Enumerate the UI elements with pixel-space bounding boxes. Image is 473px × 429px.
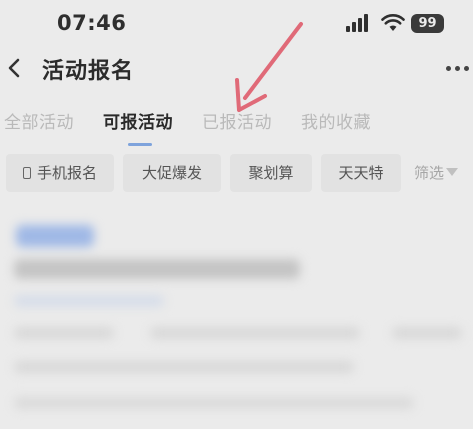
activity-info [150, 327, 360, 339]
signal-icon [346, 14, 372, 32]
caret-down-icon [446, 168, 459, 176]
blurred-activity-list [0, 205, 473, 429]
status-time: 07:46 [57, 11, 127, 35]
activity-info [14, 327, 114, 339]
activity-title [14, 259, 300, 279]
screen: 07:46 99 活动报名 全部活动 可报活动 已报活动 我的收藏 手机报名 大… [0, 0, 473, 429]
chip-juhuasuan[interactable]: 聚划算 [230, 154, 312, 192]
filter-label: 筛选 [414, 164, 445, 182]
phone-icon [22, 167, 31, 179]
activity-tag [16, 225, 94, 247]
page-title: 活动报名 [42, 59, 135, 84]
tab-available-activities[interactable]: 可报活动 [103, 108, 173, 133]
battery-icon: 99 [411, 14, 444, 33]
tab-registered-activities[interactable]: 已报活动 [202, 108, 272, 133]
tab-active-indicator [128, 143, 152, 146]
chip-label: 手机报名 [36, 164, 97, 182]
tab-my-favorites[interactable]: 我的收藏 [301, 108, 371, 133]
chip-big-promo[interactable]: 大促爆发 [123, 154, 221, 192]
filter-button[interactable]: 筛选 [414, 154, 459, 192]
chip-mobile-signup[interactable]: 手机报名 [6, 154, 114, 192]
tab-all-activities[interactable]: 全部活动 [4, 108, 74, 133]
activity-info [14, 397, 414, 409]
activity-info [392, 327, 462, 339]
more-icon[interactable] [446, 66, 473, 72]
tab-bar: 全部活动 可报活动 已报活动 我的收藏 [0, 108, 473, 148]
activity-subtitle [14, 295, 164, 307]
wifi-icon [381, 14, 405, 31]
chip-tiantiante[interactable]: 天天特 [321, 154, 401, 192]
arrow-annotation [235, 22, 303, 112]
back-icon[interactable] [6, 56, 28, 82]
filter-bar: 手机报名 大促爆发 聚划算 天天特 筛选 [0, 154, 473, 194]
activity-info [14, 361, 354, 373]
